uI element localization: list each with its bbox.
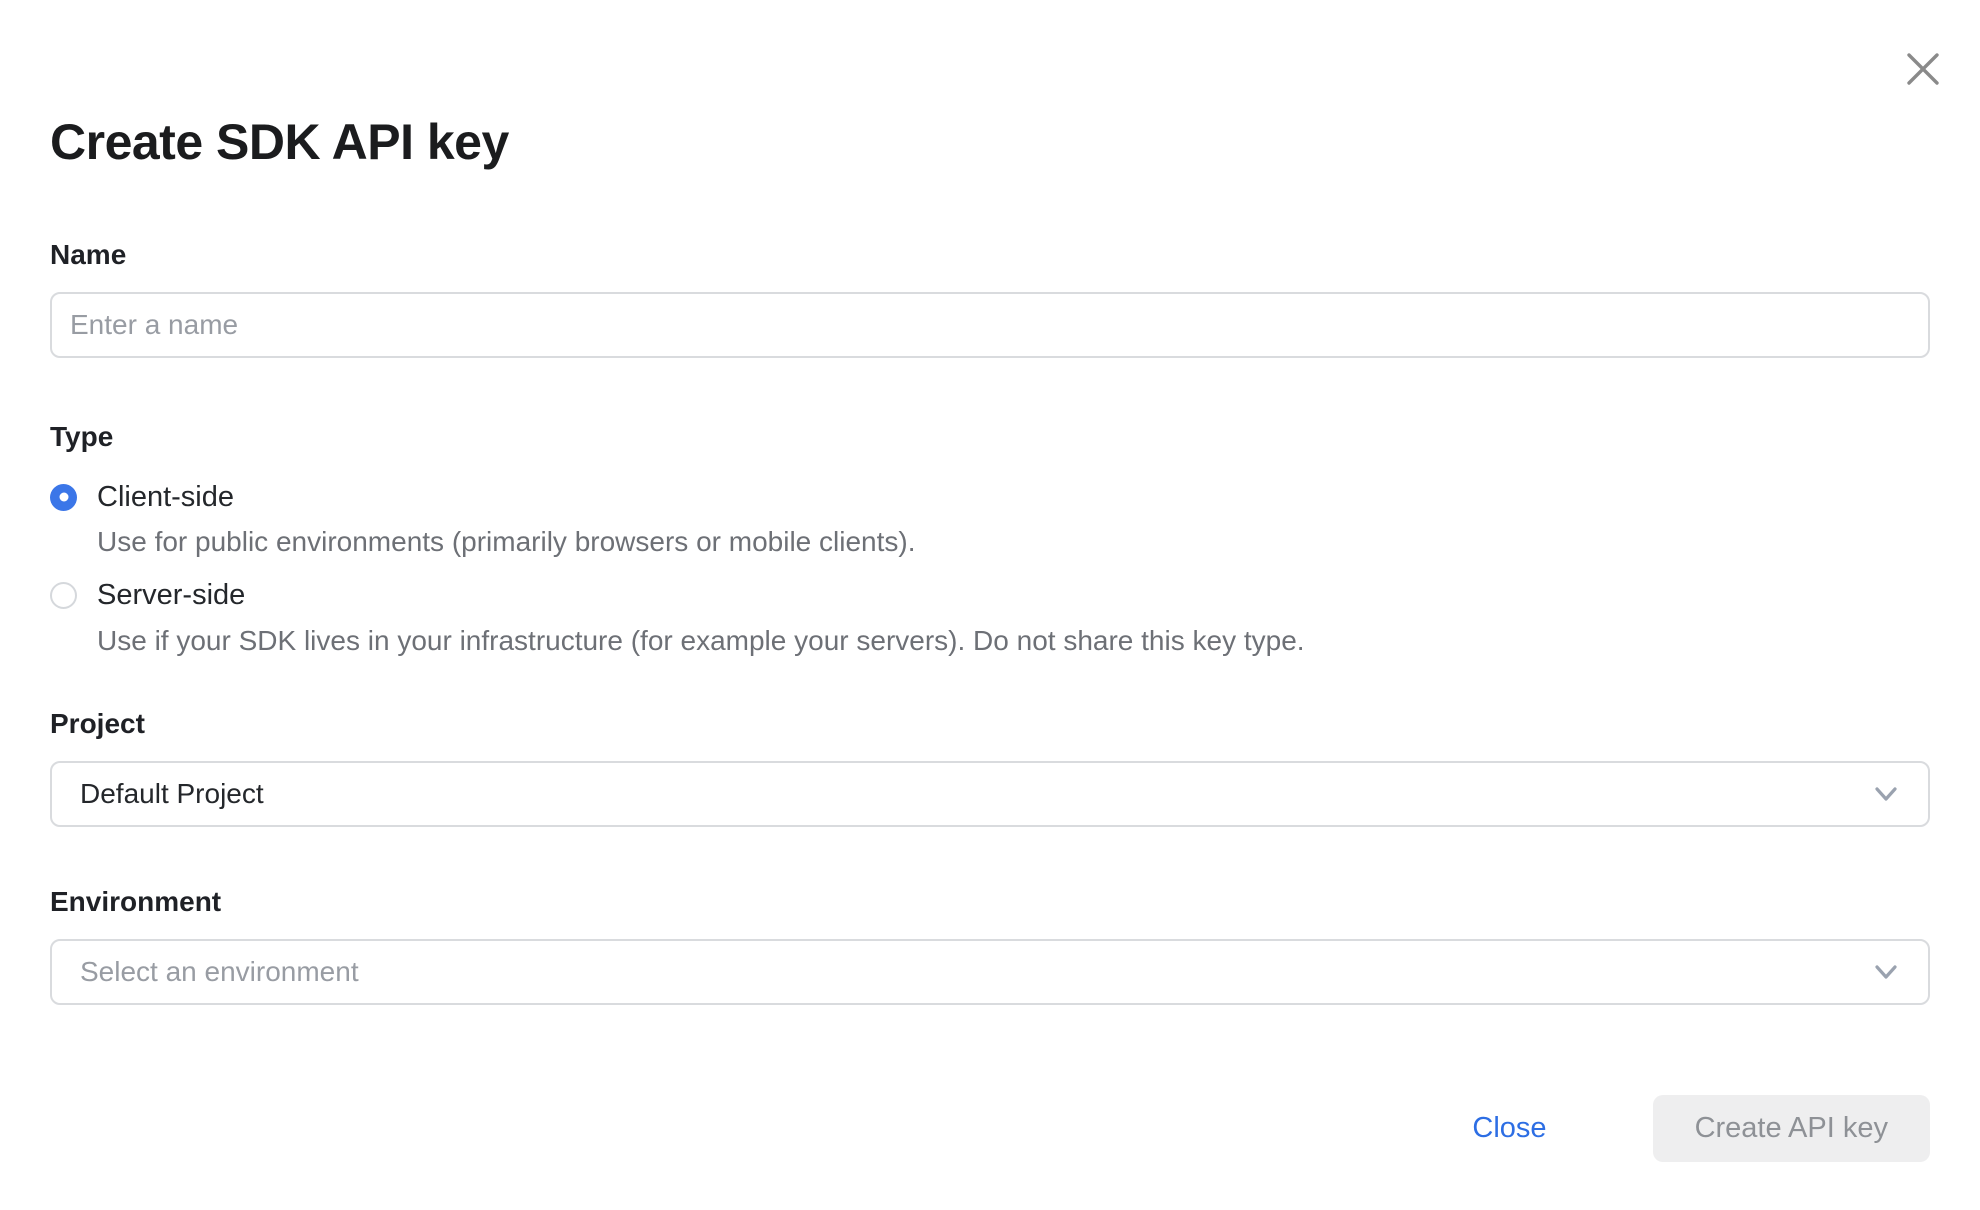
create-api-key-button[interactable]: Create API key — [1653, 1095, 1930, 1162]
dialog-footer: Close Create API key — [50, 1095, 1930, 1162]
radio-option-client-side[interactable]: Client-side — [50, 479, 1930, 515]
radio-option-label[interactable]: Client-side — [97, 479, 234, 515]
chevron-down-icon — [1870, 956, 1902, 988]
radio-option-description: Use for public environments (primarily b… — [97, 524, 1930, 560]
radio-option-label[interactable]: Server-side — [97, 577, 245, 613]
name-label: Name — [50, 238, 1930, 272]
project-label: Project — [50, 707, 1930, 741]
project-select[interactable]: Default Project — [50, 761, 1930, 827]
close-button[interactable]: Close — [1472, 1112, 1546, 1145]
radio-selected-icon[interactable] — [50, 484, 77, 511]
project-select-value: Default Project — [80, 778, 264, 810]
radio-option-description: Use if your SDK lives in your infrastruc… — [97, 623, 1930, 659]
radio-option-server-side[interactable]: Server-side — [50, 577, 1930, 613]
create-sdk-api-key-dialog: Create SDK API key Name Type Client-side… — [0, 0, 1980, 1210]
dialog-title: Create SDK API key — [50, 0, 1930, 172]
chevron-down-icon — [1870, 778, 1902, 810]
radio-unselected-icon[interactable] — [50, 582, 77, 609]
environment-select[interactable]: Select an environment — [50, 939, 1930, 1005]
name-input[interactable] — [50, 292, 1930, 358]
type-label: Type — [50, 420, 1930, 454]
close-icon[interactable] — [1904, 50, 1942, 88]
environment-label: Environment — [50, 885, 1930, 919]
environment-select-placeholder: Select an environment — [80, 956, 359, 988]
